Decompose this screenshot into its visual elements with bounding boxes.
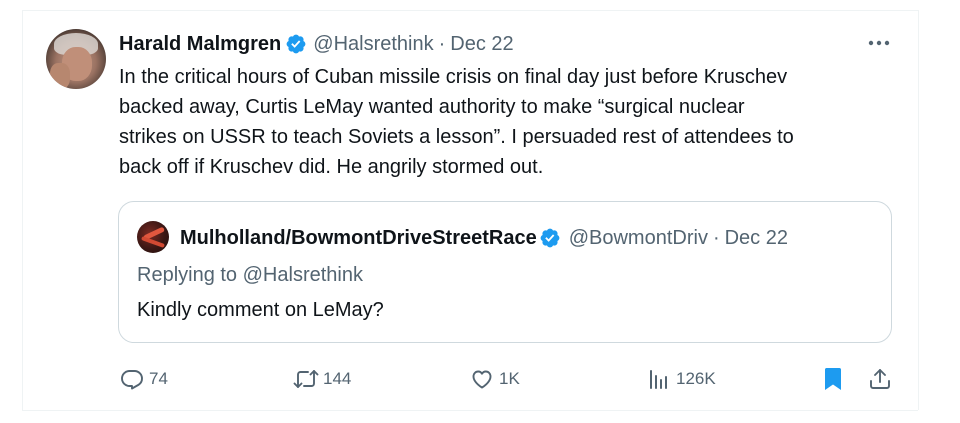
reply-button[interactable]: 74: [119, 362, 168, 396]
quoted-tweet-date[interactable]: Dec 22: [725, 227, 788, 250]
bottom-divider: [22, 410, 918, 411]
share-upload-icon: [867, 366, 893, 392]
avatar-hand: [50, 63, 70, 89]
header-separator: ·: [438, 32, 446, 55]
like-button[interactable]: 1K: [469, 362, 520, 396]
quoted-author-name[interactable]: Mulholland/BowmontDriveStreetRace: [180, 227, 537, 250]
quoted-tweet-header: Mulholland/BowmontDriveStreetRace @Bowmo…: [180, 226, 880, 250]
tweet-text: In the critical hours of Cuban missile c…: [119, 66, 794, 178]
tweet-action-bar: 74 144 1K 126K: [0, 362, 960, 396]
replying-to-line: Replying to @Halsrethink: [137, 264, 363, 287]
replying-to-mention[interactable]: @Halsrethink: [243, 264, 363, 286]
bookmark-button[interactable]: [820, 362, 846, 396]
views-bars-icon: [646, 366, 672, 392]
avatar-road-stripe: [141, 236, 165, 248]
tweet-header: Harald Malmgren @Halsrethink · Dec 22: [119, 32, 514, 56]
quoted-author-avatar[interactable]: [137, 221, 169, 253]
share-button[interactable]: [867, 362, 893, 396]
author-handle[interactable]: @Halsrethink: [313, 33, 433, 56]
repost-arrows-icon: [293, 366, 319, 392]
repost-button[interactable]: 144: [293, 362, 351, 396]
verified-badge-icon[interactable]: [539, 227, 561, 249]
replying-to-label: Replying to: [137, 264, 243, 286]
quoted-tweet-text: Kindly comment on LeMay?: [137, 299, 384, 321]
more-dots-icon[interactable]: [866, 32, 892, 54]
like-count: 1K: [499, 369, 520, 388]
views-count: 126K: [676, 369, 716, 388]
repost-count: 144: [323, 369, 352, 388]
reply-count: 74: [149, 369, 168, 388]
bookmark-filled-icon: [820, 366, 846, 392]
verified-badge-icon[interactable]: [285, 33, 307, 55]
reply-bubble-icon: [119, 366, 145, 392]
quoted-author-handle[interactable]: @BowmontDriv: [569, 227, 708, 250]
quoted-tweet-card[interactable]: Mulholland/BowmontDriveStreetRace @Bowmo…: [118, 201, 892, 343]
author-avatar[interactable]: [46, 29, 106, 89]
tweet-date[interactable]: Dec 22: [450, 33, 513, 56]
author-name[interactable]: Harald Malmgren: [119, 33, 281, 56]
heart-icon: [469, 366, 495, 392]
quoted-header-separator: ·: [712, 226, 720, 249]
views-button[interactable]: 126K: [646, 362, 716, 396]
